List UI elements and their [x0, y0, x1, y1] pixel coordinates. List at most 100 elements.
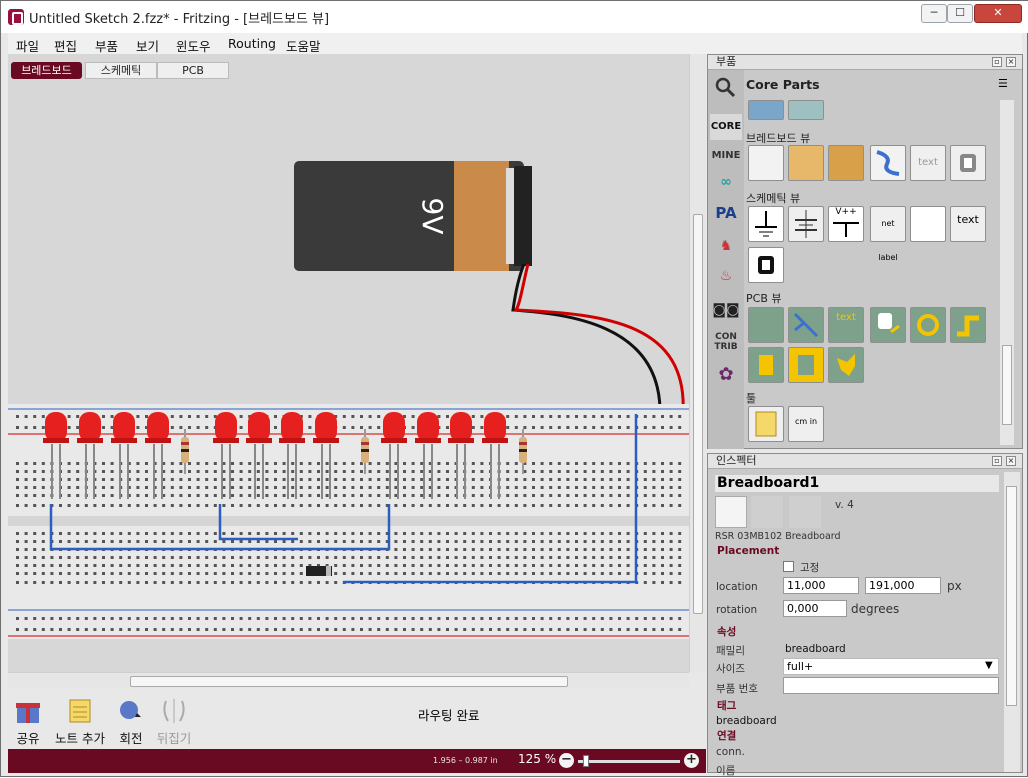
bin-contrib[interactable]: CON TRIB — [710, 332, 742, 356]
zoom-slider[interactable] — [578, 760, 680, 763]
scroll-thumb[interactable] — [1002, 345, 1012, 425]
parts-scrollbar[interactable] — [1000, 100, 1014, 445]
part-text[interactable]: text — [910, 145, 946, 181]
minimize-button[interactable]: ─ — [921, 4, 947, 23]
breadboard-hole — [643, 532, 647, 535]
menu-routing[interactable]: Routing — [228, 36, 276, 51]
part-frame[interactable] — [910, 206, 946, 242]
breadboard-hole — [274, 462, 277, 465]
menu-file[interactable]: 파일 — [16, 36, 39, 55]
tab-schematic[interactable]: 스케메틱 — [85, 62, 157, 79]
menu-part[interactable]: 부품 — [95, 36, 118, 55]
part-copper-fill[interactable] — [788, 347, 824, 383]
breadboard-hole — [489, 556, 492, 559]
breadboard-hole — [661, 462, 664, 465]
part-power-label[interactable]: V++ — [828, 206, 864, 242]
part-jumper[interactable] — [788, 307, 824, 343]
chevron-down-icon[interactable]: ▼ — [985, 660, 993, 671]
flower-bin-icon[interactable]: ✿ — [710, 364, 742, 388]
part-schematic-text[interactable]: text — [950, 206, 986, 242]
part-wire[interactable] — [870, 145, 906, 181]
part-stripboard[interactable] — [788, 145, 824, 181]
breadboard-hole — [446, 556, 449, 559]
part-number-field[interactable] — [783, 677, 999, 694]
breadboard-hole — [162, 617, 166, 620]
pa-bin-icon[interactable]: PA — [710, 204, 742, 226]
breadboard-hole — [127, 532, 131, 535]
undock-icon[interactable]: ▫ — [992, 456, 1002, 466]
breadboard-hole — [317, 532, 320, 535]
part-tile[interactable] — [788, 100, 824, 120]
part-breadboard[interactable] — [748, 145, 784, 181]
breadboard-hole — [239, 462, 243, 465]
add-note-button[interactable]: 노트 추가 — [50, 697, 110, 747]
lock-checkbox[interactable] — [783, 561, 794, 572]
arduino-bin-icon[interactable]: ∞ — [710, 174, 742, 194]
part-pcb-logo[interactable] — [870, 307, 906, 343]
size-select[interactable]: full+ — [783, 658, 999, 675]
pcb-thumbnail-icon — [789, 496, 821, 528]
part-hole[interactable] — [910, 307, 946, 343]
breadboard[interactable] — [8, 404, 689, 639]
diode[interactable] — [306, 566, 332, 576]
part-schematic-logo[interactable] — [748, 247, 784, 283]
menu-help[interactable]: 도움말 — [286, 36, 321, 55]
share-button[interactable]: 공유 — [10, 697, 46, 747]
rotation-field[interactable]: 0,000 — [783, 600, 847, 617]
zoom-in-button[interactable]: + — [684, 753, 699, 768]
canvas-vertical-scrollbar[interactable] — [689, 54, 706, 672]
undock-icon[interactable]: ▫ — [992, 57, 1002, 67]
part-battery-symbol[interactable] — [788, 206, 824, 242]
part-note[interactable] — [748, 406, 784, 442]
tab-pcb[interactable]: PCB — [157, 62, 229, 79]
part-net-label[interactable]: net label — [870, 206, 906, 262]
scroll-thumb[interactable] — [1006, 486, 1017, 706]
part-title[interactable]: Breadboard1 — [715, 475, 999, 492]
bin-menu-icon[interactable]: ☰ — [998, 77, 1008, 90]
canvas-horizontal-scrollbar[interactable] — [8, 672, 689, 689]
menu-edit[interactable]: 편집 — [54, 36, 77, 55]
maximize-button[interactable]: ☐ — [947, 4, 973, 23]
location-x-field[interactable]: 11,000 — [783, 577, 859, 594]
part-tile[interactable] — [748, 100, 784, 120]
bin-mine[interactable]: MINE — [710, 146, 742, 166]
menu-window[interactable]: 윈도우 — [176, 36, 211, 55]
scroll-thumb[interactable] — [693, 214, 703, 614]
bin-core[interactable]: CORE — [710, 114, 742, 140]
flame-bin-icon[interactable]: ♨ — [710, 268, 742, 290]
scroll-thumb[interactable] — [130, 676, 568, 687]
close-button[interactable]: ✕ — [974, 4, 1022, 23]
menu-view[interactable]: 보기 — [136, 36, 159, 55]
part-ground[interactable] — [748, 206, 784, 242]
breadboard-hole — [213, 556, 217, 559]
breadboard-canvas[interactable]: 9V 브레드보드 스케메틱 PCB — [8, 54, 689, 672]
location-y-field[interactable]: 191,000 — [865, 577, 941, 594]
panel-close-icon[interactable]: × — [1006, 57, 1016, 67]
tab-breadboard[interactable]: 브레드보드 — [11, 62, 82, 79]
zoom-out-button[interactable]: − — [559, 753, 574, 768]
part-copper-blocker[interactable] — [828, 347, 864, 383]
part-silkscreen-text[interactable]: text — [828, 307, 864, 343]
breadboard-hole — [661, 494, 664, 497]
flip-button[interactable]: 뒤집기 — [152, 697, 196, 747]
sparkfun-bin-icon[interactable]: ♞ — [710, 238, 742, 260]
breadboard-hole — [299, 564, 303, 567]
wire-black[interactable] — [511, 263, 662, 410]
part-perfboard[interactable] — [828, 145, 864, 181]
breadboard-hole — [136, 556, 140, 559]
inspector-scrollbar[interactable] — [1004, 472, 1020, 772]
part-logo[interactable] — [950, 145, 986, 181]
zoom-slider-handle[interactable] — [583, 755, 589, 767]
breadboard-hole — [514, 426, 518, 429]
part-pcb[interactable] — [748, 307, 784, 343]
part-trace[interactable] — [950, 307, 986, 343]
panel-close-icon[interactable]: × — [1006, 456, 1016, 466]
breadboard-hole — [669, 556, 673, 559]
search-icon[interactable] — [714, 76, 736, 98]
battery-9v[interactable]: 9V — [294, 161, 532, 271]
breadboard-hole — [59, 556, 62, 559]
part-pad[interactable] — [748, 347, 784, 383]
rotate-button[interactable]: 회전 — [114, 697, 148, 747]
glasses-bin-icon[interactable]: ◙◙ — [710, 302, 742, 324]
part-ruler[interactable]: cm in — [788, 406, 824, 442]
